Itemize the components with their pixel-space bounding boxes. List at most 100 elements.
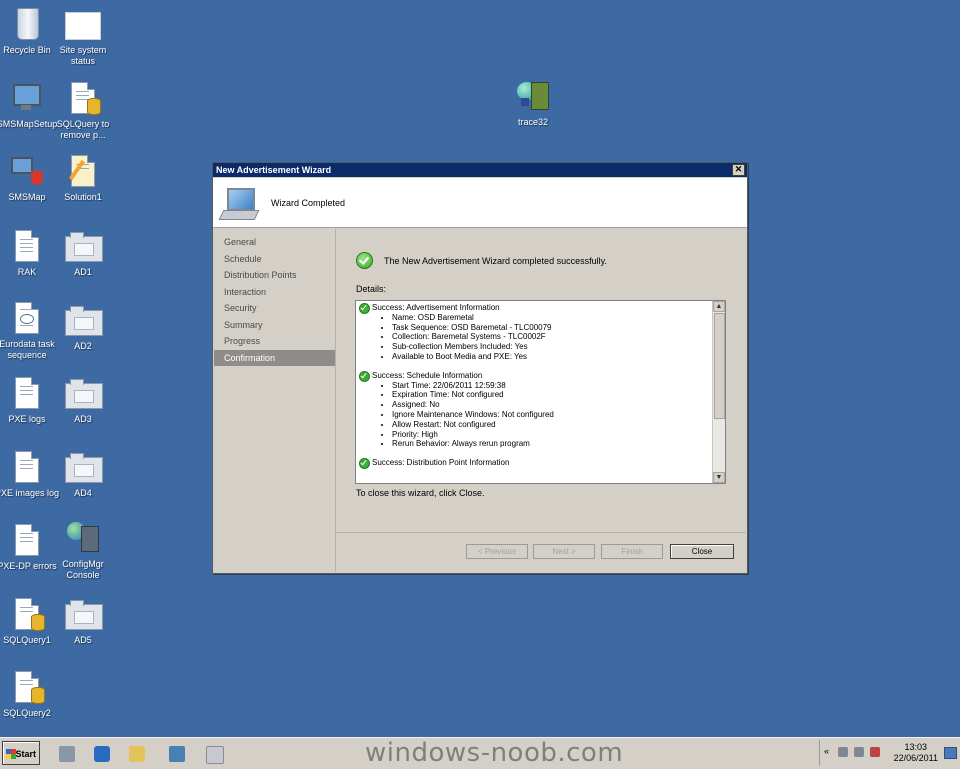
details-section: Success: Schedule Information Start Time…	[356, 369, 725, 449]
folder-icon	[65, 596, 103, 632]
desktop-icon-solution1[interactable]: Solution1	[50, 153, 116, 203]
nav-item-general[interactable]: General	[214, 234, 335, 251]
window-title: New Advertisement Wizard	[216, 165, 332, 175]
configmgr-console-icon	[65, 520, 101, 556]
folder-icon	[65, 228, 103, 264]
desktop-icon-ad1[interactable]: AD1	[50, 228, 116, 278]
nav-item-summary[interactable]: Summary	[214, 317, 335, 334]
explorer-icon[interactable]	[122, 741, 152, 765]
wizard-footer: < Previous Next > Finish Close	[336, 532, 746, 573]
wizard-nav: General Schedule Distribution Points Int…	[214, 229, 336, 572]
details-section: Success: Distribution Point Information	[356, 456, 725, 470]
success-check-icon	[359, 303, 370, 314]
nav-item-progress[interactable]: Progress	[214, 333, 335, 350]
watermark: windows-noob.com	[365, 738, 624, 768]
document-icon	[9, 449, 45, 485]
desktop-icon-sqlquery-remove[interactable]: SQLQuery to remove p...	[50, 80, 116, 141]
nav-item-schedule[interactable]: Schedule	[214, 251, 335, 268]
scroll-up-arrow-icon[interactable]: ▲	[713, 301, 725, 312]
server-manager-icon[interactable]	[52, 741, 82, 765]
wizard-content: The New Advertisement Wizard completed s…	[336, 229, 746, 532]
detail-item: Collection: Baremetal Systems - TLC0002F	[392, 332, 725, 342]
detail-item: Allow Restart: Not configured	[392, 420, 725, 430]
detail-item: Expiration Time: Not configured	[392, 390, 725, 400]
detail-item: Priority: High	[392, 430, 725, 440]
clock-time: 13:03	[904, 742, 928, 752]
details-box[interactable]: Success: Advertisement Information Name:…	[355, 300, 726, 484]
sql-document-icon	[9, 669, 45, 705]
desktop-icon-ad2[interactable]: AD2	[50, 302, 116, 352]
details-scrollbar[interactable]: ▲ ▼	[712, 301, 725, 483]
nav-item-distribution-points[interactable]: Distribution Points	[214, 267, 335, 284]
detail-item: Rerun Behavior: Always rerun program	[392, 439, 725, 449]
tray-expand-icon[interactable]: «	[824, 746, 829, 756]
network-map-icon	[9, 153, 45, 189]
finish-button[interactable]: Finish	[601, 544, 663, 559]
windows-flag-icon	[6, 749, 16, 759]
document-icon	[9, 375, 45, 411]
document-icon	[9, 228, 45, 264]
scroll-thumb[interactable]	[714, 313, 725, 419]
powershell-icon[interactable]	[87, 741, 117, 765]
detail-item: Name: OSD Baremetal	[392, 313, 725, 323]
folder-icon	[65, 302, 103, 338]
details-label: Details:	[356, 284, 387, 294]
solution-document-icon	[65, 153, 101, 189]
clock[interactable]: 13:03 22/06/2011	[894, 742, 938, 764]
xml-document-icon	[9, 300, 45, 336]
detail-item: Ignore Maintenance Windows: Not configur…	[392, 410, 725, 420]
detail-item: Sub-collection Members Included: Yes	[392, 342, 725, 352]
trace32-icon	[515, 78, 551, 114]
success-check-icon	[359, 458, 370, 470]
paint-icon[interactable]	[199, 741, 229, 765]
section-heading: Success: Advertisement Information	[372, 303, 500, 312]
desktop-icon-ad5[interactable]: AD5	[50, 596, 116, 646]
success-check-icon	[356, 252, 373, 269]
wizard-header-title: Wizard Completed	[271, 198, 346, 208]
window-titlebar[interactable]: New Advertisement Wizard ✕	[213, 163, 747, 177]
configmgr-taskbar-icon[interactable]	[162, 741, 192, 765]
new-advertisement-wizard-window: New Advertisement Wizard ✕ Wizard Comple…	[212, 162, 748, 574]
success-check-icon	[359, 370, 370, 382]
desktop-icon-ad3[interactable]: AD3	[50, 375, 116, 425]
sql-document-icon	[9, 596, 45, 632]
close-hint: To close this wizard, click Close.	[356, 488, 485, 498]
detail-item: Assigned: No	[392, 400, 725, 410]
detail-item: Available to Boot Media and PXE: Yes	[392, 352, 725, 362]
wizard-header: Wizard Completed	[213, 178, 747, 228]
start-button[interactable]: Start	[2, 741, 40, 765]
detail-item: Task Sequence: OSD Baremetal - TLC00079	[392, 323, 725, 333]
desktop-icon-trace32[interactable]: trace32	[500, 78, 566, 128]
document-icon	[9, 522, 45, 558]
network-icon[interactable]	[854, 747, 864, 757]
action-center-flag-icon[interactable]	[838, 747, 848, 757]
folder-icon	[65, 375, 103, 411]
details-section: Success: Advertisement Information Name:…	[356, 301, 725, 362]
close-icon[interactable]: ✕	[732, 164, 745, 176]
desktop-icon-sqlquery2[interactable]: SQLQuery2	[0, 669, 60, 719]
desktop-icon-ad4[interactable]: AD4	[50, 449, 116, 499]
success-message: The New Advertisement Wizard completed s…	[356, 252, 607, 269]
previous-button[interactable]: < Previous	[466, 544, 528, 559]
desktop-icon-configmgr-console[interactable]: ConfigMgr Console	[50, 520, 116, 581]
system-tray: « 13:03 22/06/2011	[819, 740, 960, 766]
show-desktop-icon[interactable]	[944, 747, 957, 759]
desktop-icon-site-system-status[interactable]: Site system status	[50, 6, 116, 67]
close-button[interactable]: Close	[670, 544, 734, 559]
sql-document-icon	[65, 80, 101, 116]
nav-item-security[interactable]: Security	[214, 300, 335, 317]
recycle-bin-icon	[17, 8, 39, 40]
nav-item-interaction[interactable]: Interaction	[214, 284, 335, 301]
volume-muted-icon[interactable]	[870, 747, 880, 757]
detail-item: Start Time: 22/06/2011 12:59:38	[392, 381, 725, 391]
folder-icon	[65, 449, 103, 485]
scroll-down-arrow-icon[interactable]: ▼	[713, 472, 725, 483]
blank-document-icon	[65, 12, 101, 40]
nav-item-confirmation[interactable]: Confirmation	[214, 349, 335, 366]
computer-icon	[218, 186, 260, 220]
clock-date: 22/06/2011	[893, 753, 938, 763]
next-button[interactable]: Next >	[533, 544, 595, 559]
section-heading: Success: Schedule Information	[372, 370, 483, 380]
setup-computer-icon	[9, 80, 45, 116]
section-heading: Success: Distribution Point Information	[372, 458, 510, 468]
